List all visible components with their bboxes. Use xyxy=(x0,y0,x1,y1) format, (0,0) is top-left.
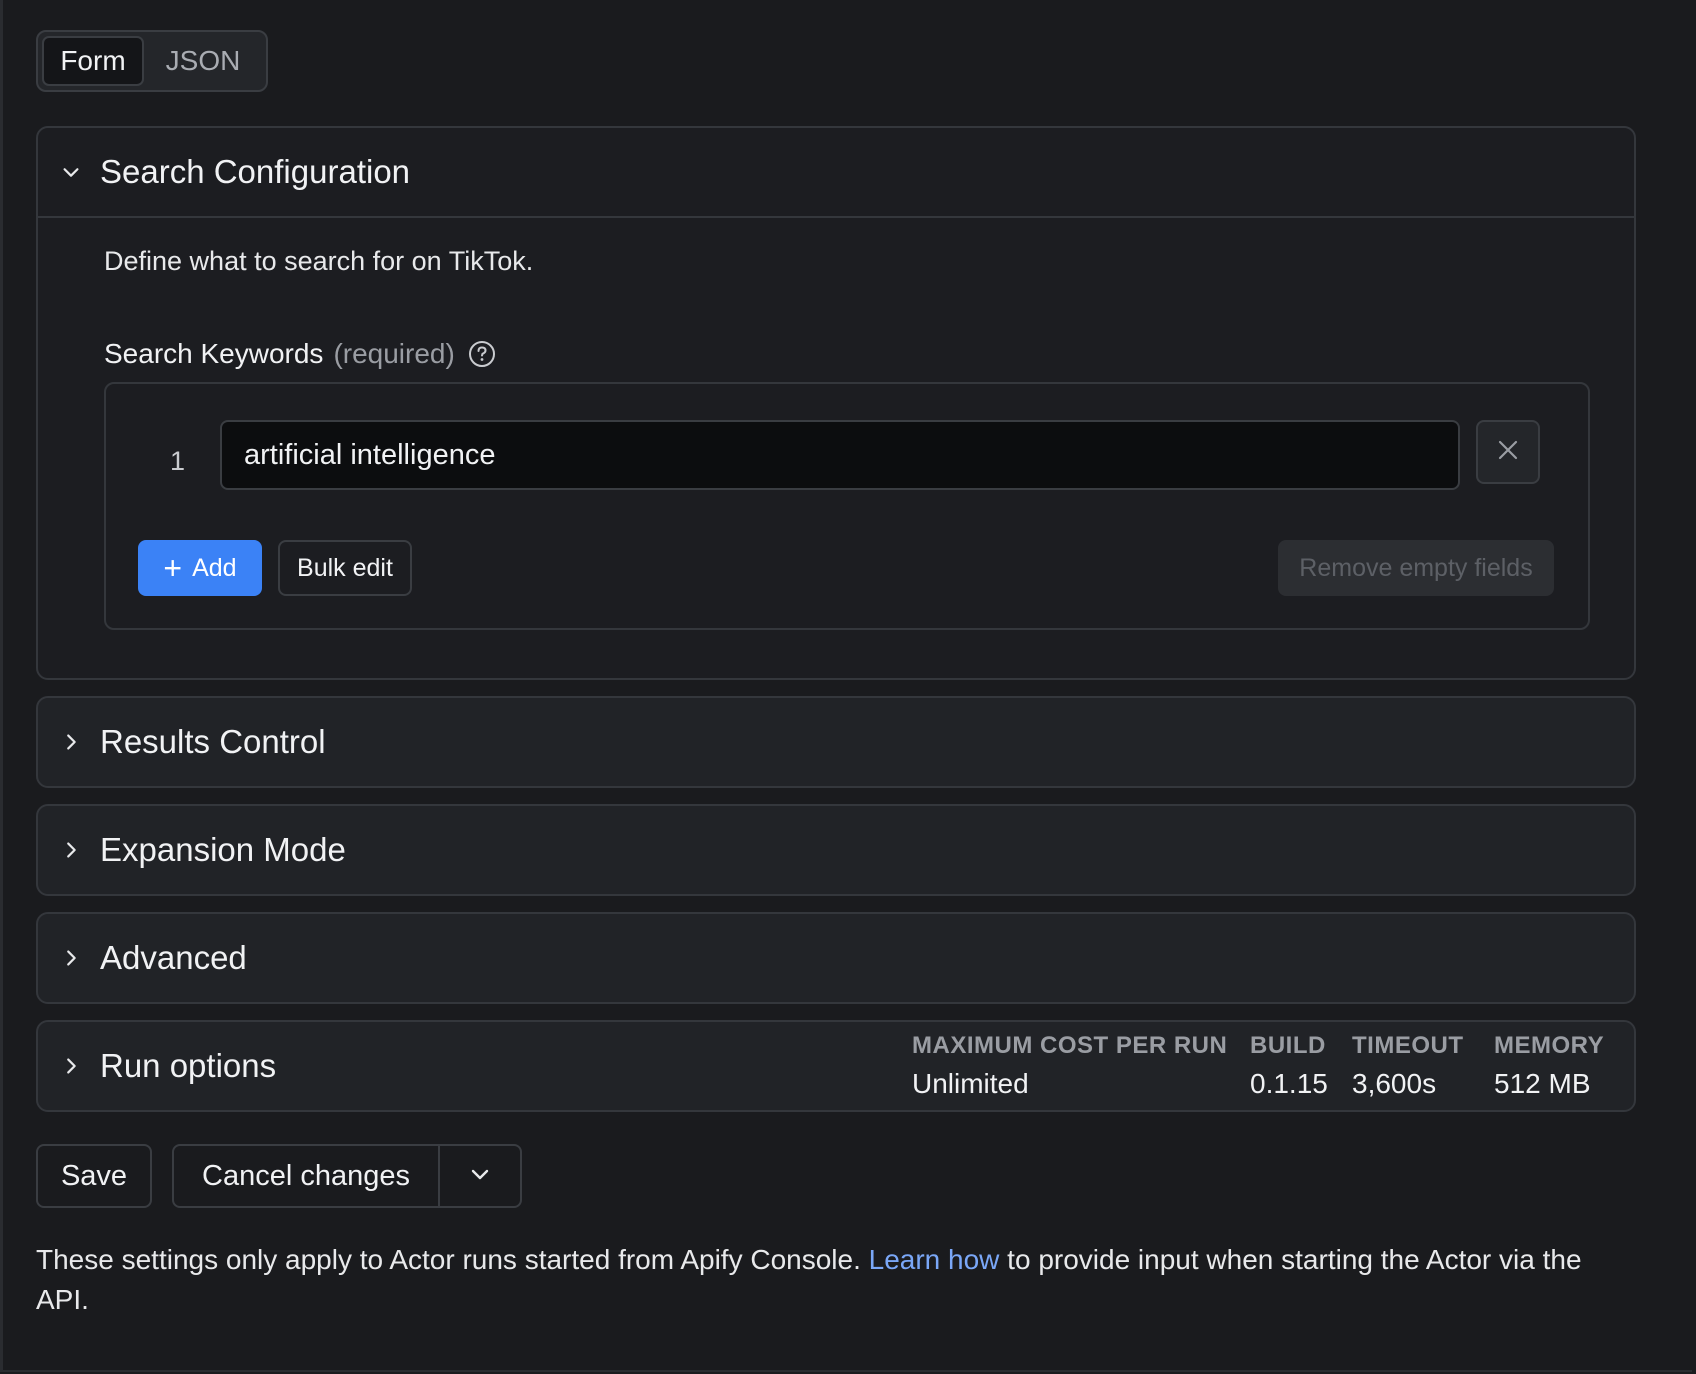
keywords-list: 1 artificial intelligence + Add Bulk edi… xyxy=(104,382,1590,630)
section-description: Define what to search for on TikTok. xyxy=(104,246,534,276)
cancel-button-group: Cancel changes xyxy=(172,1144,522,1208)
memory-meta: MEMORY 512 MB xyxy=(1494,1032,1604,1100)
chevron-right-icon xyxy=(58,1053,84,1079)
meta-key: MAXIMUM COST PER RUN xyxy=(912,1032,1228,1059)
footer-text-before: These settings only apply to Actor runs … xyxy=(36,1244,869,1275)
tab-json[interactable]: JSON xyxy=(144,36,262,86)
advanced-header[interactable]: Advanced xyxy=(38,914,1634,1002)
section-title: Search Configuration xyxy=(100,153,411,190)
remove-empty-fields-button: Remove empty fields xyxy=(1278,540,1554,596)
cancel-changes-button[interactable]: Cancel changes xyxy=(174,1146,440,1206)
search-configuration-header[interactable]: Search Configuration xyxy=(38,128,1634,218)
section-title: Results Control xyxy=(100,723,326,760)
add-button-label: Add xyxy=(192,553,237,582)
footer-note: These settings only apply to Actor runs … xyxy=(36,1240,1636,1320)
results-control-header[interactable]: Results Control xyxy=(38,698,1634,786)
max-cost-meta: MAXIMUM COST PER RUN Unlimited xyxy=(912,1032,1227,1100)
search-configuration-panel: Search Configuration Define what to sear… xyxy=(36,126,1636,680)
meta-value: Unlimited xyxy=(912,1068,1029,1099)
add-button[interactable]: + Add xyxy=(138,540,262,596)
keyword-input[interactable]: artificial intelligence xyxy=(220,420,1460,490)
learn-how-link[interactable]: Learn how xyxy=(869,1244,1000,1275)
results-control-panel[interactable]: Results Control xyxy=(36,696,1636,788)
help-icon[interactable] xyxy=(467,339,497,369)
remove-keyword-button[interactable] xyxy=(1476,420,1540,484)
view-toggle: Form JSON xyxy=(36,30,268,92)
section-title: Expansion Mode xyxy=(100,831,346,868)
advanced-panel[interactable]: Advanced xyxy=(36,912,1636,1004)
tab-form[interactable]: Form xyxy=(42,36,144,86)
meta-value: 3,600s xyxy=(1352,1068,1437,1099)
meta-key: BUILD xyxy=(1250,1032,1326,1059)
meta-value: 0.1.15 xyxy=(1250,1068,1328,1099)
bulk-edit-button[interactable]: Bulk edit xyxy=(278,540,412,596)
build-meta: BUILD 0.1.15 xyxy=(1250,1032,1328,1100)
run-options-panel[interactable]: Run options MAXIMUM COST PER RUN Unlimit… xyxy=(36,1020,1636,1112)
chevron-down-icon xyxy=(468,1162,492,1191)
timeout-meta: TIMEOUT 3,600s xyxy=(1352,1032,1464,1100)
required-label: (required) xyxy=(333,338,455,369)
close-icon xyxy=(1496,438,1520,467)
chevron-down-icon xyxy=(58,159,84,185)
chevron-right-icon xyxy=(58,837,84,863)
meta-value: 512 MB xyxy=(1494,1068,1591,1099)
field-label-text: Search Keywords xyxy=(104,338,324,369)
plus-icon: + xyxy=(163,550,183,586)
expansion-mode-header[interactable]: Expansion Mode xyxy=(38,806,1634,894)
search-keywords-label: Search Keywords (required) xyxy=(104,338,497,370)
row-index: 1 xyxy=(170,446,186,476)
chevron-right-icon xyxy=(58,945,84,971)
cancel-dropdown-button[interactable] xyxy=(440,1146,520,1206)
save-button[interactable]: Save xyxy=(36,1144,152,1208)
chevron-right-icon xyxy=(58,729,84,755)
section-title: Run options xyxy=(100,1047,277,1084)
meta-key: TIMEOUT xyxy=(1352,1032,1464,1059)
expansion-mode-panel[interactable]: Expansion Mode xyxy=(36,804,1636,896)
section-title: Advanced xyxy=(100,939,247,976)
meta-key: MEMORY xyxy=(1494,1032,1605,1059)
